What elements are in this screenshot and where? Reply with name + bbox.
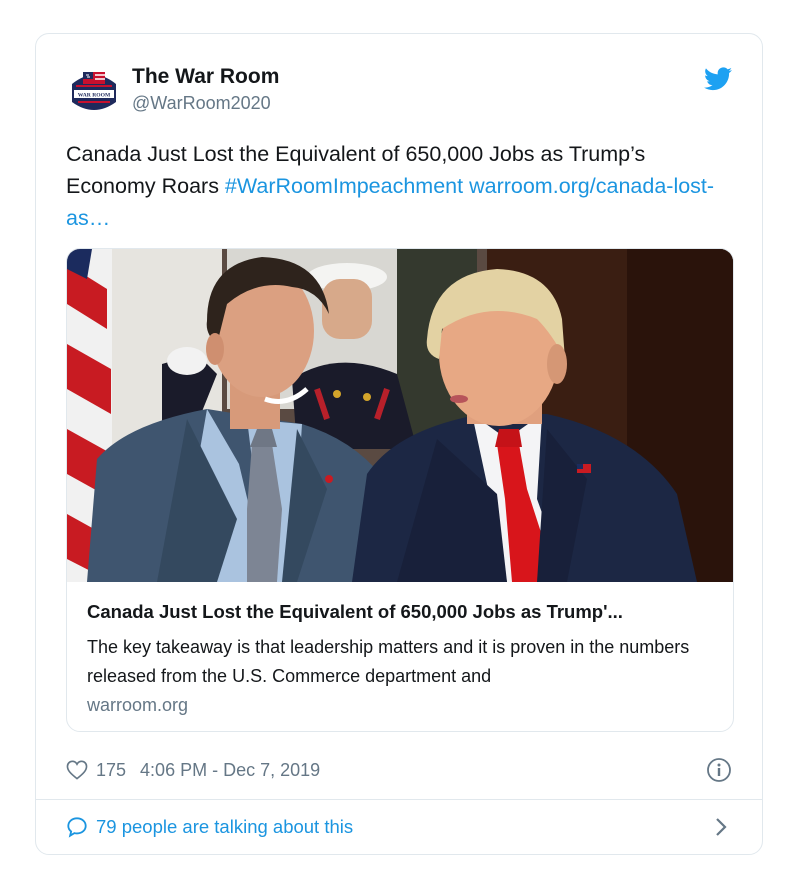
conversation-link[interactable]: 79 people are talking about this (66, 814, 353, 840)
author-name[interactable]: The War Room (132, 65, 279, 89)
tweet-timestamp[interactable]: 4:06 PM - Dec 7, 2019 (140, 760, 320, 781)
heart-icon[interactable] (66, 760, 88, 780)
tweet-text: Canada Just Lost the Equivalent of 650,0… (66, 138, 734, 234)
author-handle[interactable]: @WarRoom2020 (132, 93, 271, 114)
tweet-card[interactable]: WAR ROOM The War Room @WarRoom2020 Canad… (35, 33, 763, 855)
link-card-domain: warroom.org (87, 695, 189, 715)
like-count[interactable]: 175 (96, 760, 126, 781)
info-icon[interactable] (706, 757, 732, 783)
chevron-right-icon[interactable] (714, 816, 728, 838)
conversation-count-label[interactable]: 79 people are talking about this (96, 816, 353, 838)
twitter-bird-icon[interactable] (704, 67, 732, 91)
link-card-description: The key takeaway is that leadership matt… (87, 637, 690, 686)
divider (36, 799, 762, 800)
link-preview-card[interactable]: Canada Just Lost the Equivalent of 650,0… (66, 248, 734, 732)
avatar-text: WAR ROOM (78, 93, 111, 99)
link-preview-photo[interactable] (67, 249, 734, 582)
tweet-meta: 175 4:06 PM - Dec 7, 2019 (66, 757, 320, 783)
speech-bubble-icon (67, 817, 87, 838)
hashtag-link[interactable]: #WarRoomImpeachment (225, 174, 463, 198)
war-room-logo-icon[interactable]: WAR ROOM (66, 64, 122, 120)
link-card-title[interactable]: Canada Just Lost the Equivalent of 650,0… (87, 601, 717, 623)
